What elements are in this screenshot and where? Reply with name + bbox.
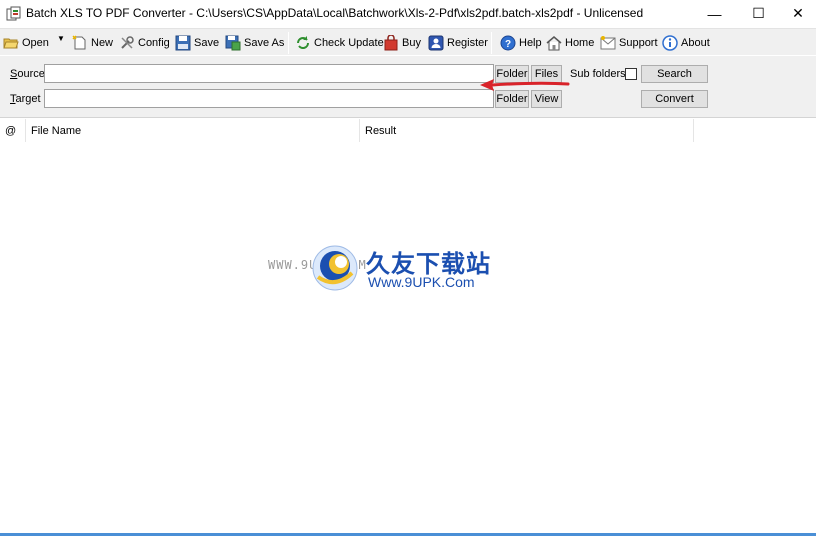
- tools-icon: [121, 36, 134, 49]
- window-title: Batch XLS TO PDF Converter - C:\Users\CS…: [26, 6, 644, 20]
- info-icon: [662, 35, 678, 51]
- buy-label: Buy: [402, 37, 421, 49]
- svg-text:?: ?: [505, 39, 511, 50]
- home-label: Home: [565, 37, 595, 49]
- title-bar: Batch XLS TO PDF Converter - C:\Users\CS…: [0, 0, 816, 27]
- support-icon: [600, 36, 616, 50]
- save-as-label: Save As: [244, 37, 285, 49]
- check-update-button[interactable]: Check Update: [295, 33, 384, 53]
- help-button[interactable]: ? Help: [500, 33, 542, 53]
- buy-button[interactable]: Buy: [383, 33, 421, 53]
- about-button[interactable]: About: [662, 33, 710, 53]
- floppy-disk-icon: [175, 35, 191, 51]
- shopping-bag-icon: [384, 35, 398, 51]
- column-header-status[interactable]: @: [0, 119, 26, 142]
- input-panel: Source Folder Files Sub folders Search T…: [0, 56, 816, 118]
- minimize-button[interactable]: —: [692, 0, 737, 27]
- file-list[interactable]: @ File Name Result WWW.9UPK.COM 久友下载站 Ww…: [0, 119, 816, 533]
- sub-folders-label: Sub folders: [570, 68, 626, 80]
- view-button[interactable]: View: [531, 90, 562, 108]
- home-icon: [546, 36, 562, 51]
- check-update-label: Check Update: [314, 37, 384, 49]
- register-label: Register: [447, 37, 488, 49]
- close-icon: ✕: [792, 5, 804, 21]
- register-button[interactable]: Register: [428, 33, 488, 53]
- toolbar-separator: [288, 32, 289, 54]
- convert-button[interactable]: Convert: [641, 90, 708, 108]
- maximize-button[interactable]: ☐: [736, 0, 781, 27]
- support-button[interactable]: Support: [600, 33, 658, 53]
- help-icon: ?: [500, 35, 516, 51]
- save-as-button[interactable]: Save As: [225, 33, 284, 53]
- watermark-url: Www.9UPK.Com: [368, 274, 475, 290]
- new-label: New: [91, 37, 114, 49]
- app-icon: [6, 6, 21, 21]
- help-label: Help: [519, 37, 542, 49]
- maximize-icon: ☐: [752, 5, 765, 21]
- column-header-file-name[interactable]: File Name: [26, 119, 360, 142]
- home-button[interactable]: Home: [546, 33, 594, 53]
- target-label: Target: [10, 93, 41, 105]
- column-header-result[interactable]: Result: [360, 119, 694, 142]
- watermark: WWW.9UPK.COM 久友下载站 Www.9UPK.Com: [268, 240, 508, 300]
- open-dropdown-icon[interactable]: ▼: [57, 34, 65, 43]
- source-label: Source: [10, 68, 45, 80]
- save-label: Save: [194, 37, 220, 49]
- sub-folders-checkbox[interactable]: [625, 68, 637, 80]
- open-label: Open: [22, 37, 49, 49]
- watermark-logo-icon: [312, 245, 358, 291]
- new-button[interactable]: New: [72, 33, 113, 53]
- search-button[interactable]: Search: [641, 65, 708, 83]
- toolbar: Open ▼ New Config Save Save As Check Upd…: [0, 28, 816, 55]
- open-button[interactable]: Open: [3, 33, 49, 53]
- new-file-icon: [72, 35, 86, 50]
- about-label: About: [681, 37, 710, 49]
- target-folder-button[interactable]: Folder: [495, 90, 529, 108]
- save-button[interactable]: Save: [175, 33, 219, 53]
- toolbar-separator: [491, 32, 492, 54]
- save-as-icon: [225, 35, 241, 51]
- folder-open-icon: [3, 38, 19, 49]
- config-label: Config: [138, 37, 170, 49]
- source-input[interactable]: [44, 64, 494, 83]
- close-button[interactable]: ✕: [780, 0, 816, 27]
- config-button[interactable]: Config: [119, 33, 170, 53]
- minimize-icon: —: [707, 5, 722, 22]
- support-label: Support: [619, 37, 658, 49]
- target-input[interactable]: [44, 89, 494, 108]
- annotation-arrow-icon: [480, 79, 570, 91]
- register-icon: [428, 35, 444, 51]
- update-icon: [297, 36, 309, 49]
